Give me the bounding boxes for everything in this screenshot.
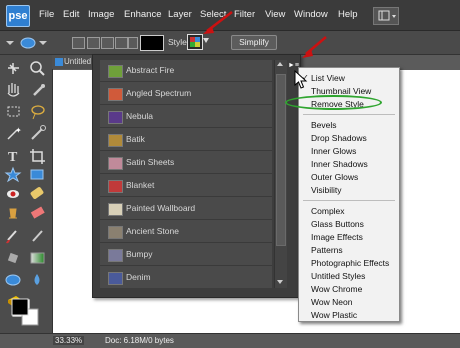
- cursor-arrow-icon: [294, 70, 308, 89]
- annotation-arrows: [203, 11, 327, 58]
